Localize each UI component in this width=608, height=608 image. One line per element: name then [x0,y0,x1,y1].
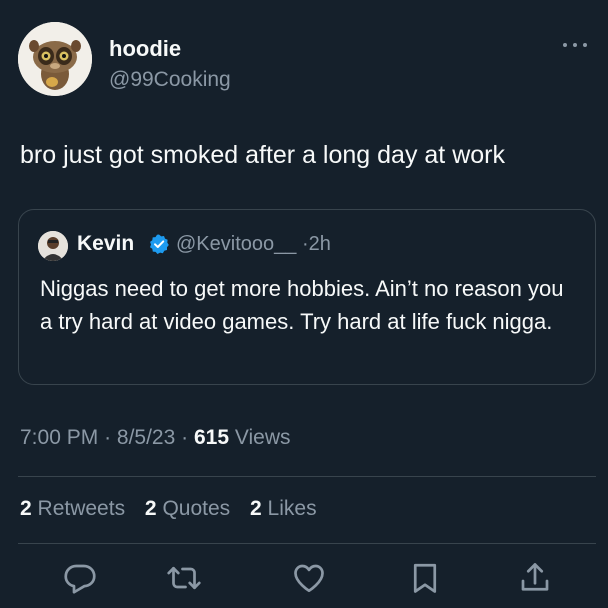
person-avatar-image [38,231,68,261]
tweet-meta: 7:00 PM · 8/5/23 · 615 Views [20,426,291,450]
author-name[interactable]: hoodie [109,36,181,62]
likes-stat[interactable]: 2 Likes [250,497,317,520]
quotes-count: 2 [144,497,157,520]
likes-label: Likes [267,497,317,520]
quotes-label: Quotes [162,497,231,520]
views-label: Views [234,426,291,449]
tweet-text: bro just got smoked after a long day at … [20,141,505,169]
tweet-date[interactable]: 8/5/23 [117,426,175,449]
action-bar [0,560,608,600]
verified-badge-icon [148,233,170,255]
quoted-tweet[interactable]: Kevin @Kevitooo__ ·2h Niggas need to get… [18,209,596,385]
reply-icon[interactable] [62,560,98,596]
retweets-label: Retweets [37,497,126,520]
lemur-avatar-image [18,22,92,96]
separator-dot: · [181,426,189,449]
author-handle[interactable]: @99Cooking [109,68,231,92]
retweets-count: 2 [20,497,32,520]
quoted-name: Kevin [77,232,135,255]
avatar[interactable] [18,22,92,96]
likes-count: 2 [250,497,262,520]
quotes-stat[interactable]: 2 Quotes [145,497,230,520]
retweet-icon[interactable] [166,560,202,596]
divider [18,543,596,544]
retweets-stat[interactable]: 2 Retweets [20,497,125,520]
separator-dot: · [301,233,309,255]
quoted-handle: @Kevitooo__ [176,233,297,255]
tweet-header: hoodie @99Cooking [18,22,588,102]
quoted-handle-time: @Kevitooo__ ·2h [176,233,331,256]
tweet-stats: 2 Retweets 2 Quotes 2 Likes [20,497,331,521]
like-icon[interactable] [291,560,327,596]
share-icon[interactable] [517,560,553,596]
bookmark-icon[interactable] [407,560,443,596]
separator-dot: · [104,426,112,449]
tweet: hoodie @99Cooking bro just got smoked af… [0,0,608,608]
tweet-time[interactable]: 7:00 PM [20,426,98,449]
quoted-avatar [38,231,68,261]
quoted-time: 2h [308,233,331,255]
more-icon[interactable] [562,40,588,50]
quoted-text: Niggas need to get more hobbies. Ain’t n… [40,276,564,334]
divider [18,476,596,477]
views-count: 615 [193,426,230,449]
